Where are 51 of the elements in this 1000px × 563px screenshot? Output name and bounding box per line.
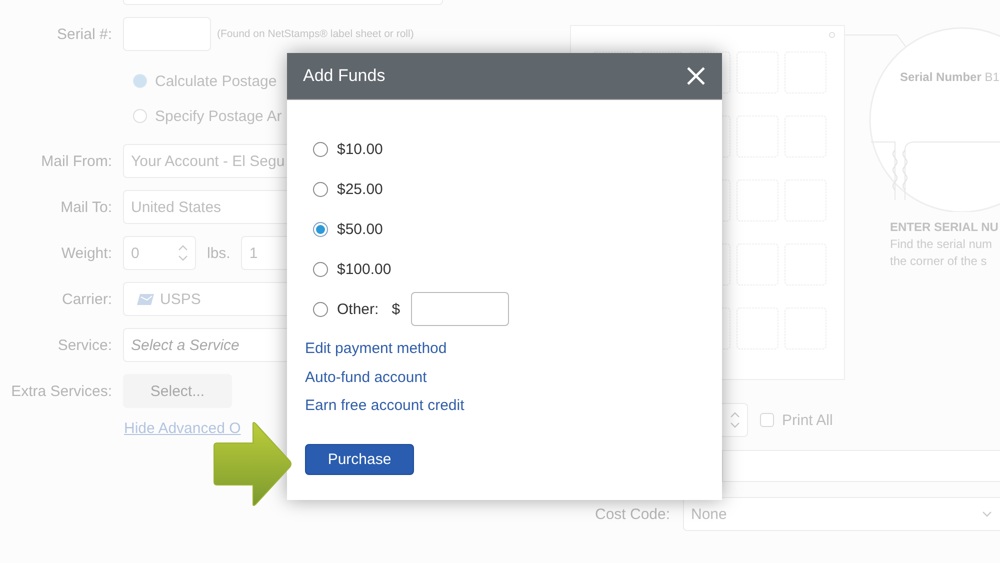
radio-label: Calculate Postage	[155, 72, 277, 90]
close-icon[interactable]	[686, 66, 706, 86]
dialog-link[interactable]: Edit payment method	[305, 335, 447, 364]
radio-button[interactable]	[313, 182, 328, 196]
service-select[interactable]: Select a Service	[123, 328, 287, 362]
radio-button[interactable]	[313, 302, 328, 316]
carrier-select[interactable]: USPS	[123, 282, 287, 316]
chevron-down-icon[interactable]	[982, 511, 992, 517]
radio-label: Specify Postage Ar	[155, 108, 282, 124]
checkbox-label: Print All	[782, 412, 833, 428]
radio-button[interactable]	[313, 262, 328, 276]
field-label: Service:	[56, 336, 112, 354]
instruction-heading: ENTER SERIAL NU	[890, 220, 1000, 234]
number-field[interactable]: 0	[123, 236, 196, 270]
field-label: Serial #:	[56, 26, 112, 42]
amount-input[interactable]	[411, 292, 510, 326]
dialog-link[interactable]: Auto-fund account	[305, 364, 427, 392]
down-chevron-icon[interactable]	[178, 255, 188, 261]
radio-button[interactable]	[313, 222, 328, 236]
amount-label: $50.00	[337, 220, 383, 238]
currency-symbol: $	[392, 300, 400, 318]
amount-label: $10.00	[337, 140, 383, 158]
amount-label: $100.00	[337, 260, 392, 278]
up-chevron-icon[interactable]	[730, 412, 740, 418]
field-label: Cost Code:	[595, 506, 670, 522]
field-label: Weight:	[60, 244, 112, 262]
field-label: Extra Services:	[10, 382, 112, 400]
number-spinner[interactable]	[722, 403, 748, 437]
text-field[interactable]: United States	[123, 190, 287, 224]
radio-button[interactable]	[313, 142, 328, 156]
dialog-title: Add Funds	[303, 66, 386, 86]
advanced-options-link[interactable]: Hide Advanced O	[124, 420, 287, 440]
text-field[interactable]: Your Account - El Segu	[123, 144, 287, 178]
down-chevron-icon[interactable]	[730, 422, 740, 428]
field-label: Mail To:	[60, 198, 112, 216]
select-button[interactable]: Select...	[123, 374, 232, 408]
unit-label: lbs.	[207, 244, 230, 262]
number-field[interactable]: 1	[241, 236, 287, 270]
hint-text: (Found on NetStamps® label sheet or roll)	[217, 28, 414, 40]
amount-label: $25.00	[337, 180, 383, 198]
serial-number-label: Serial Number B1	[900, 70, 1000, 84]
envelope-icon	[137, 294, 154, 304]
cost-code-select[interactable]: None	[683, 497, 1000, 531]
text-field[interactable]	[722, 450, 1000, 482]
amount-label: Other:	[337, 300, 379, 318]
field-label: Carrier:	[60, 290, 112, 308]
up-chevron-icon[interactable]	[178, 245, 188, 251]
dialog-link[interactable]: Earn free account credit	[305, 392, 464, 420]
field-label: Mail From:	[40, 152, 112, 170]
purchase-button[interactable]: Purchase	[305, 444, 414, 474]
checkbox[interactable]	[760, 413, 774, 427]
